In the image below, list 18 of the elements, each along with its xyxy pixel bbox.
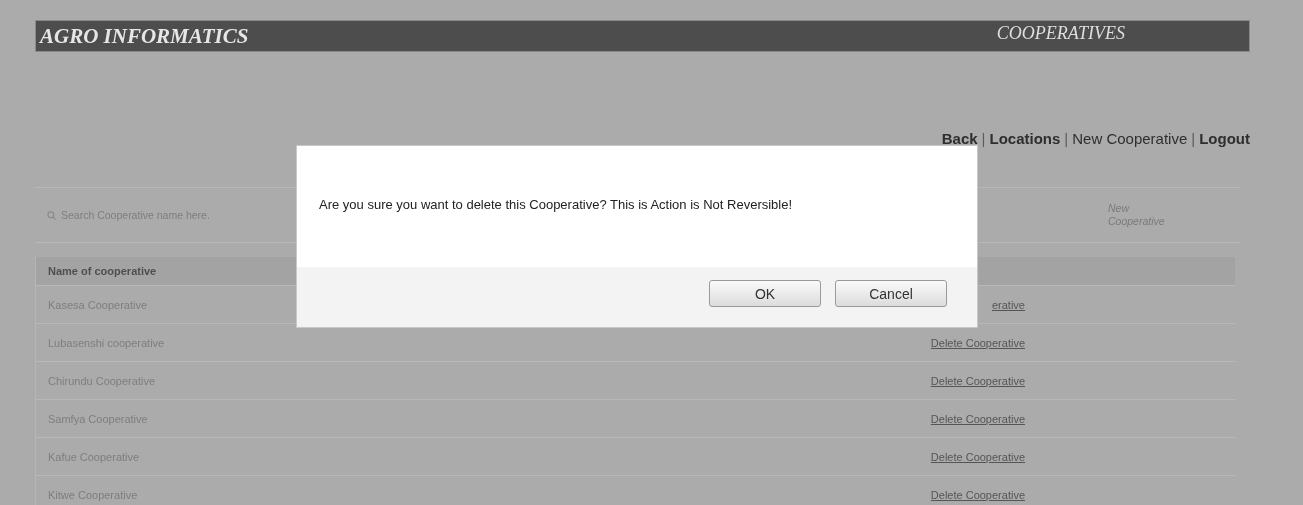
nav-link[interactable]: New Cooperative (1072, 130, 1188, 187)
search-icon (47, 210, 56, 220)
delete-link[interactable]: Delete Cooperative (930, 450, 1025, 463)
delete-link[interactable]: Delete Cooperative (930, 336, 1025, 349)
delete-link[interactable]: Delete Cooperative (930, 412, 1025, 425)
separator: | (1064, 130, 1069, 149)
dialog-button[interactable]: OK (709, 280, 821, 307)
dialog-message: Are you sure you want to delete this Cooperative? This is Action is Not Reversible! (318, 196, 794, 214)
separator: | (981, 130, 986, 149)
nav-link[interactable]: Logout (1199, 130, 1250, 187)
delete-link[interactable]: erative (991, 298, 1025, 311)
app-title: AGRO INFORMATICS (40, 23, 249, 49)
separator: | (1191, 130, 1196, 149)
dialog-button[interactable]: Cancel (835, 280, 947, 307)
nav-link[interactable]: Locations (989, 130, 1061, 187)
delete-link[interactable]: Delete Cooperative (930, 374, 1025, 387)
delete-link[interactable]: Delete Cooperative (930, 488, 1025, 501)
section-title: COOPERATIVES (996, 22, 1125, 44)
